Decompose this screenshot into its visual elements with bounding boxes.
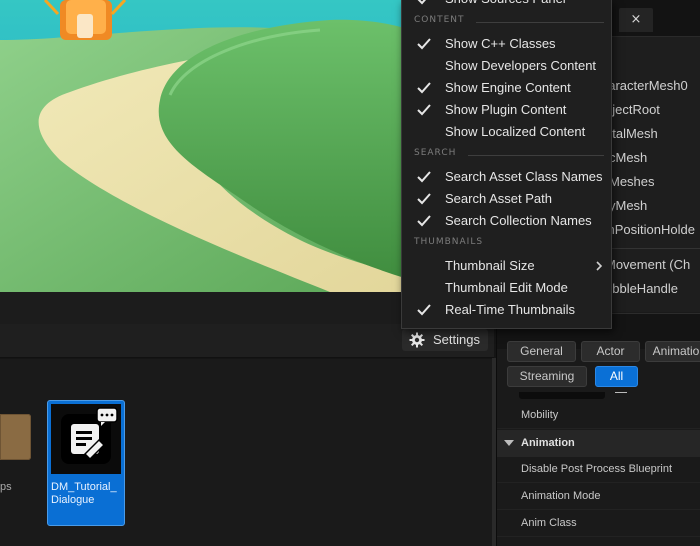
level-viewport[interactable] (0, 0, 430, 292)
section-title: CONTENT (414, 15, 465, 25)
check-icon (417, 104, 431, 116)
menu-item-search-asset-path[interactable]: Search Asset Path (402, 188, 611, 210)
asset-thumbnail (51, 404, 121, 474)
tree-row[interactable]: ubbleHandle (605, 277, 700, 301)
property-row: Disable Post Process Blueprint (497, 456, 700, 483)
property-label: Mobility (521, 409, 559, 421)
check-icon (417, 215, 431, 227)
property-label: Animation Mode (521, 490, 601, 502)
section-header-content: CONTENT (414, 15, 604, 29)
filter-tab-actor[interactable]: Actor (581, 341, 640, 362)
menu-item-search-asset-class-names[interactable]: Search Asset Class Names (402, 166, 611, 188)
menu-item-label: Thumbnail Edit Mode (445, 280, 568, 295)
menu-item-show-engine-content[interactable]: Show Engine Content (402, 77, 611, 99)
check-icon (417, 0, 427, 5)
menu-item-label: Show Developers Content (445, 58, 597, 73)
menu-item-label: Search Asset Class Names (445, 169, 603, 184)
settings-label: Settings (433, 332, 480, 347)
check-icon (417, 38, 431, 50)
check-icon (417, 304, 431, 316)
menu-item-label: Show Sources Panel (445, 0, 566, 10)
section-header-thumbnails: THUMBNAILS (414, 237, 604, 251)
asset-name: DM_Tutorial_ Dialogue (51, 481, 117, 506)
viewport-scene (0, 0, 430, 292)
chevron-right-icon (596, 261, 603, 271)
settings-button[interactable]: Settings (402, 329, 488, 351)
menu-item-show-sources-panel[interactable]: Show Sources Panel (402, 0, 611, 10)
filter-tab-all[interactable]: All (595, 366, 638, 387)
filter-tab-animation[interactable]: Animatio (645, 341, 700, 362)
section-title: SEARCH (414, 148, 457, 158)
menu-item-search-collection-names[interactable]: Search Collection Names (402, 210, 611, 232)
dash-glyph (615, 392, 627, 393)
menu-item-show-developers-content[interactable]: Show Developers Content (402, 55, 611, 77)
menu-item-label: Show Plugin Content (445, 102, 567, 117)
category-label: Animation (521, 437, 575, 449)
menu-item-label: Show C++ Classes (445, 36, 556, 51)
tree-row[interactable]: haracterMesh0 (601, 74, 700, 98)
menu-item-label: Show Engine Content (445, 80, 571, 95)
menu-item-label: Real-Time Thumbnails (445, 302, 576, 317)
check-icon (417, 193, 431, 205)
menu-item-label: Search Collection Names (445, 213, 592, 228)
section-title: THUMBNAILS (414, 237, 484, 247)
divider (468, 155, 604, 156)
tree-row[interactable]: etalMesh (605, 122, 700, 146)
tree-row[interactable]: bjectRoot (605, 98, 700, 122)
category-animation[interactable]: Animation (497, 430, 700, 457)
filter-tab-general[interactable]: General (507, 341, 576, 362)
tree-row[interactable]: Meshes (609, 170, 700, 194)
property-label: Disable Post Process Blueprint (521, 463, 673, 475)
menu-item-label: Search Asset Path (445, 191, 552, 206)
menu-item-show-localized-content[interactable]: Show Localized Content (402, 121, 611, 143)
tree-row[interactable]: cMesh (609, 146, 700, 170)
close-tab-button[interactable]: × (619, 8, 653, 32)
property-mobility: Mobility (497, 402, 700, 429)
check-icon (417, 171, 431, 183)
tree-row[interactable]: Movement (Ch (605, 253, 700, 277)
menu-item-show-plugin-content[interactable]: Show Plugin Content (402, 99, 611, 121)
menu-item-real-time-thumbnails[interactable]: Real-Time Thumbnails (402, 299, 611, 321)
dialogue-asset-icon (61, 407, 118, 464)
divider (476, 22, 604, 23)
settings-menu: Show Sources Panel CONTENT Show C++ Clas… (401, 0, 612, 329)
asset-label: ps (0, 481, 12, 493)
check-icon (417, 82, 431, 94)
menu-item-thumbnail-size[interactable]: Thumbnail Size (402, 255, 611, 277)
property-row: Anim Class (497, 510, 700, 537)
menu-item-show-cpp-classes[interactable]: Show C++ Classes (402, 33, 611, 55)
property-label: Anim Class (521, 517, 577, 529)
property-field[interactable] (519, 392, 605, 399)
menu-item-label: Show Localized Content (445, 124, 586, 139)
gear-icon (409, 332, 425, 348)
property-row: Animation Mode (497, 483, 700, 510)
expand-triangle-icon (504, 440, 514, 446)
tree-row[interactable]: yMesh (609, 194, 700, 218)
asset-thumbnail[interactable] (0, 414, 31, 460)
menu-item-thumbnail-edit-mode[interactable]: Thumbnail Edit Mode (402, 277, 611, 299)
filter-tab-streaming[interactable]: Streaming (507, 366, 587, 387)
scrollbar[interactable] (492, 358, 496, 546)
tree-row[interactable]: chPositionHolde (601, 218, 700, 242)
asset-tile-selected[interactable]: DM_Tutorial_ Dialogue (47, 400, 125, 526)
menu-item-label: Thumbnail Size (445, 258, 535, 273)
section-header-search: SEARCH (414, 148, 604, 162)
